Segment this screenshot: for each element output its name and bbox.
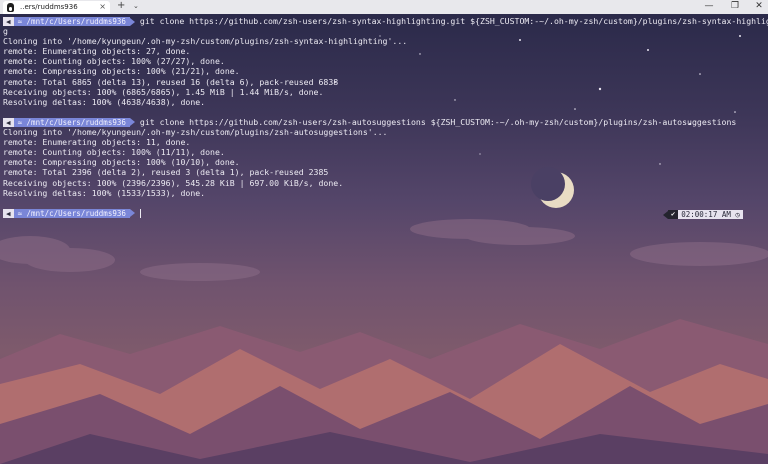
prompt-line: ◀ ≈ /mnt/c/Users/ruddms936 git clone https… <box>3 117 763 127</box>
output-line: Cloning into '/home/kyungeun/.oh-my-zsh/… <box>3 127 388 138</box>
tab-title: ..ers/ruddms936 <box>20 3 78 11</box>
terminal-output: ◀ ≈ /mnt/c/Users/ruddms936 git clone https… <box>3 16 768 218</box>
clouds <box>0 219 768 281</box>
maximize-button[interactable]: ❐ <box>726 1 744 11</box>
command-text: git clone https://github.com/zsh-users/z… <box>139 16 768 26</box>
prompt-time: 02:00:17 AM ◷ <box>678 210 743 219</box>
right-prompt: ✔ 02:00:17 AM ◷ <box>663 210 743 219</box>
output-line: Resolving deltas: 100% (4638/4638), done… <box>3 96 206 107</box>
prompt-path: ≈ /mnt/c/Users/ruddms936 <box>13 208 130 218</box>
prompt-arrow-icon <box>129 209 135 218</box>
output-line: remote: Counting objects: 100% (27/27), … <box>3 56 225 67</box>
text-cursor[interactable] <box>139 208 141 218</box>
output-line: remote: Compressing objects: 100% (10/10… <box>3 157 240 168</box>
linux-penguin-icon <box>7 3 14 12</box>
window-titlebar: ..ers/ruddms936 × + ⌄ — ❐ ✕ <box>0 0 768 14</box>
active-prompt-line[interactable]: ◀ ≈ /mnt/c/Users/ruddms936 <box>3 208 763 218</box>
output-line: Cloning into '/home/kyungeun/.oh-my-zsh/… <box>3 36 408 47</box>
terminal-tab[interactable]: ..ers/ruddms936 × <box>3 1 110 14</box>
command-wrap-line: g <box>3 26 8 37</box>
terminal-window[interactable]: ◀ ≈ /mnt/c/Users/ruddms936 git clone https… <box>0 14 768 464</box>
output-line: remote: Total 6865 (delta 13), reused 16… <box>3 76 339 87</box>
prompt-line: ◀ ≈ /mnt/c/Users/ruddms936 git clone https… <box>3 16 768 26</box>
prompt-time-text: 02:00:17 AM <box>681 210 731 219</box>
os-icon: ◀ <box>3 117 14 127</box>
prompt-path: ≈ /mnt/c/Users/ruddms936 <box>13 17 130 26</box>
tab-dropdown-icon[interactable]: ⌄ <box>133 2 139 10</box>
prompt-path: ≈ /mnt/c/Users/ruddms936 <box>13 117 130 127</box>
status-check-icon: ✔ <box>668 210 679 219</box>
command-text: git clone https://github.com/zsh-users/z… <box>139 116 737 127</box>
close-button[interactable]: ✕ <box>750 1 768 11</box>
os-icon: ◀ <box>3 208 14 218</box>
output-line: Receiving objects: 100% (2396/2396), 545… <box>3 177 344 188</box>
prompt-arrow-icon <box>129 118 135 127</box>
new-tab-button[interactable]: + <box>117 0 125 11</box>
output-line: remote: Enumerating objects: 27, done. <box>3 46 191 57</box>
clock-icon: ◷ <box>735 210 740 219</box>
output-line: Receiving objects: 100% (6865/6865), 1.4… <box>3 86 324 97</box>
output-line: Resolving deltas: 100% (1533/1533), done… <box>3 187 206 198</box>
output-line: remote: Compressing objects: 100% (21/21… <box>3 66 240 77</box>
tab-close-icon[interactable]: × <box>99 2 106 11</box>
prompt-arrow-icon <box>129 17 135 26</box>
output-line: remote: Counting objects: 100% (11/11), … <box>3 147 225 158</box>
minimize-button[interactable]: — <box>700 1 718 11</box>
output-line: remote: Enumerating objects: 11, done. <box>3 137 191 148</box>
os-icon: ◀ <box>3 17 14 26</box>
output-line: remote: Total 2396 (delta 2), reused 3 (… <box>3 167 329 178</box>
